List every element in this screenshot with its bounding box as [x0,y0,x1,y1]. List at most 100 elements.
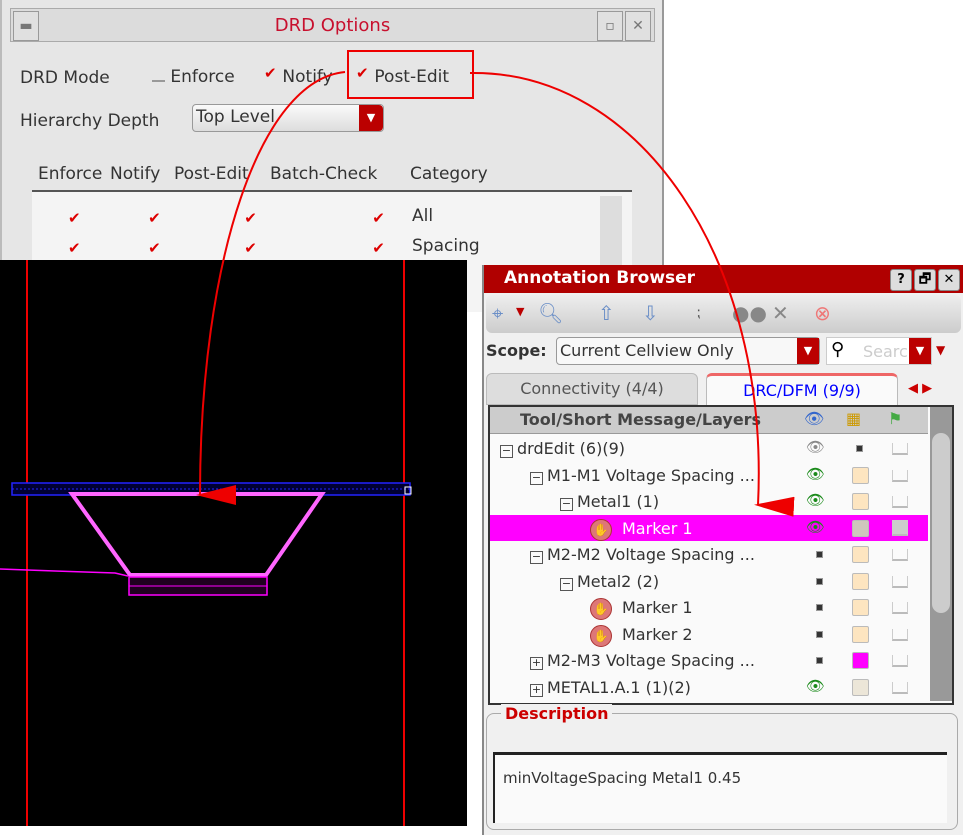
tree-row[interactable]: − drdEdit (6)(9) 👁︎ [490,435,928,461]
flag-checkbox[interactable] [892,469,908,482]
hierarchy-depth-label: Hierarchy Depth [20,111,160,131]
notify-checkbox[interactable]: Notify [264,64,333,87]
check[interactable] [148,239,161,257]
down-arrow-icon[interactable]: ⇩ [642,301,659,325]
expand-icon[interactable]: + [530,657,543,670]
eye-icon[interactable]: 👁︎ [806,438,825,456]
color-swatch[interactable] [852,546,869,563]
drd-mode-label: DRD Mode [20,68,110,88]
color-swatch[interactable] [852,625,869,643]
eye-icon[interactable]: 👁︎ [806,518,825,536]
collapse-icon[interactable]: − [530,471,543,485]
col-batch-check: Batch-Check [270,164,378,184]
flag-checkbox[interactable] [892,549,908,561]
eye-icon[interactable]: 👁︎ [806,677,825,695]
tree-row[interactable]: − Metal1 (1) 👁︎ [490,488,928,514]
hierarchy-depth-select[interactable]: Top Level ▼ [192,104,384,132]
table-row: All [32,206,592,230]
tab-connectivity[interactable]: Connectivity (4/4) [486,373,698,405]
delete-icon[interactable]: ⊗ [814,301,831,325]
zoom-fit-icon[interactable]: ⌖ [492,301,503,325]
flag-checkbox[interactable] [892,628,908,641]
marker-hand-icon: ✋ [590,624,612,647]
color-swatch[interactable] [852,572,869,590]
eye-icon[interactable]: 👁︎ [806,491,825,509]
enforce-checkbox[interactable]: Enforce [152,67,235,87]
check[interactable] [372,239,385,257]
chevron-down-icon: ▼ [359,105,383,131]
hidden-dot-icon[interactable] [816,577,823,585]
tree-row[interactable]: − Metal2 (2) [490,568,928,594]
collapse-icon[interactable]: − [530,551,543,564]
flag-checkbox[interactable] [892,443,908,455]
flag-checkbox[interactable] [892,496,908,508]
color-swatch[interactable] [852,599,869,616]
window-title: Annotation Browser [504,268,696,288]
flag-checkbox[interactable] [892,575,908,588]
show-icon[interactable]: ●● [732,301,767,325]
tree-row[interactable]: ✋ Marker 1 👁︎ [490,514,928,541]
hide-icon[interactable]: ✕ [772,301,789,325]
up-arrow-icon[interactable]: ⇧ [598,301,615,325]
restore-button[interactable]: 🗗 [914,269,936,291]
color-swatch[interactable] [852,678,869,696]
color-column-icon[interactable]: ▦ [846,409,861,428]
search-options-icon[interactable]: ▼ [936,343,945,357]
hidden-dot-icon[interactable] [816,551,823,558]
layout-drawing [0,260,412,826]
flag-checkbox[interactable] [892,519,908,536]
minimize-button[interactable]: ▫ [597,11,623,41]
color-swatch[interactable] [852,519,869,537]
visibility-column-icon[interactable]: 👁︎ [804,409,824,428]
hidden-dot-icon[interactable] [816,604,823,611]
expand-icon[interactable]: + [530,683,543,697]
check[interactable] [148,209,161,227]
color-swatch[interactable] [856,445,863,452]
tree-row[interactable]: + M2-M3 Voltage Spacing ... [490,647,928,673]
color-swatch[interactable] [852,493,869,510]
collapse-icon[interactable]: − [560,577,573,591]
flag-checkbox[interactable] [892,681,908,694]
color-swatch[interactable] [852,466,869,484]
cursor-icon[interactable]: ⁏ [696,305,701,321]
collapse-icon[interactable]: − [500,445,513,458]
check[interactable] [68,239,81,257]
scrollbar-thumb[interactable] [932,433,950,613]
search-input[interactable]: ⚲ Search ▼ [826,337,932,365]
column-header[interactable]: Tool/Short Message/Layers [520,410,761,429]
check[interactable] [68,209,81,227]
close-button[interactable]: ✕ [625,11,651,41]
color-swatch[interactable] [852,652,869,669]
hidden-dot-icon[interactable] [816,630,823,638]
title-bar: Annotation Browser ? 🗗 ✕ [484,265,963,293]
scrollbar[interactable] [930,407,952,701]
scope-select[interactable]: Current Cellview Only ▼ [556,337,820,365]
check[interactable] [244,239,257,257]
dropdown-arrow-icon[interactable]: ▼ [516,305,524,318]
collapse-icon[interactable]: − [560,498,573,511]
description-text-area[interactable]: minVoltageSpacing Metal1 0.45 [493,752,947,823]
help-button[interactable]: ? [890,269,912,291]
category-cell: All [412,206,434,226]
tree-header: Tool/Short Message/Layers 👁︎ ▦ ⚑ [490,407,928,434]
flag-checkbox[interactable] [892,655,908,667]
tree-row[interactable]: ✋ Marker 2 [490,621,928,647]
check[interactable] [372,209,385,227]
hidden-dot-icon[interactable] [816,657,823,664]
tree-row[interactable]: − M1-M1 Voltage Spacing ... 👁︎ [490,462,928,488]
check[interactable] [244,209,257,227]
col-notify: Notify [110,164,161,184]
tab-scroll-buttons[interactable]: ◀ ▶ [908,375,958,403]
tab-drc-dfm[interactable]: DRC/DFM (9/9) [706,373,898,407]
close-button[interactable]: ✕ [938,269,960,291]
eye-icon[interactable]: 👁︎ [806,465,825,483]
drd-options-window: ▬ DRD Options ▫ ✕ DRD Mode Enforce Notif… [0,0,664,312]
flag-checkbox[interactable] [892,602,908,614]
tree-row[interactable]: + METAL1.A.1 (1)(2) 👁︎ [490,674,928,700]
description-panel: Description minVoltageSpacing Metal1 0.4… [486,704,958,830]
zoom-select-icon[interactable]: 🔍︎ [538,301,563,325]
flag-column-icon[interactable]: ⚑ [888,409,902,428]
layout-canvas[interactable] [0,260,467,826]
tree-row[interactable]: − M2-M2 Voltage Spacing ... [490,541,928,567]
tree-row[interactable]: ✋ Marker 1 [490,594,928,620]
